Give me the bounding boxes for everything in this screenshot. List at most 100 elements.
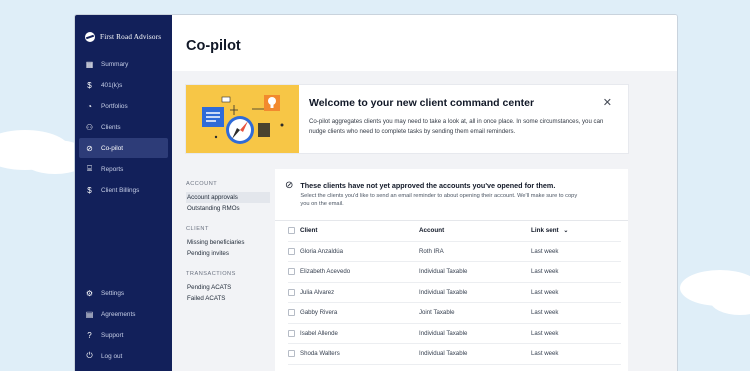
- cell-account: Individual Taxable: [419, 268, 468, 276]
- sidebar-item-co-pilot[interactable]: ⊘ Co-pilot: [79, 138, 168, 158]
- subnav-heading: TRANSACTIONS: [186, 271, 236, 277]
- brand-name: First Road Advisors: [100, 33, 162, 41]
- sidebar-item-label: Settings: [101, 289, 125, 297]
- sidebar-item-clients[interactable]: ⚇ Clients: [79, 117, 168, 137]
- panel-title: These clients have not yet approved the …: [300, 181, 556, 190]
- table-row[interactable]: Shoda Walters Individual Taxable Last week: [288, 344, 621, 365]
- sidebar-item-label: Agreements: [101, 310, 136, 318]
- cell-account: Joint Taxable: [419, 309, 455, 317]
- copilot-subnav: ACCOUNT Account approvals Outstanding RM…: [186, 181, 270, 316]
- panel-subtitle: Select the clients you'd like to send an…: [300, 193, 578, 207]
- table-row[interactable]: Elizabeth Acevedo Individual Taxable Last …: [288, 262, 621, 283]
- panel-header: ⊘ These clients have not yet approved th…: [275, 169, 628, 208]
- brand[interactable]: First Road Advisors: [75, 26, 172, 48]
- row-checkbox[interactable]: [288, 247, 295, 255]
- subnav-heading: ACCOUNT: [186, 181, 218, 187]
- settings-icon: ⚙: [85, 288, 94, 298]
- clients-table: Client Account Link sent ⌄ Gloria Anzald…: [275, 220, 628, 365]
- table-row[interactable]: Isabel Allende Individual Taxable Last wee…: [288, 324, 621, 344]
- subnav-item-account-approvals[interactable]: Account approvals: [186, 192, 270, 203]
- subnav-item-pending-acats[interactable]: Pending ACATS: [186, 282, 270, 293]
- subnav-item-missing-beneficiaries[interactable]: Missing beneficiaries: [186, 237, 270, 248]
- client-name: Gloria Anzaldúa: [300, 247, 344, 255]
- subnav-group-transactions: TRANSACTIONS Pending ACATS Failed ACATS: [186, 271, 270, 304]
- cell-client: Gabby Rivera: [288, 309, 419, 317]
- cell-link-sent: Last week: [531, 268, 559, 276]
- pie-chart-icon: ◔: [87, 101, 92, 111]
- column-link-sent-label: Link sent: [531, 227, 559, 235]
- brand-logo-icon: [85, 32, 95, 42]
- sidebar-item-label: Clients: [101, 123, 121, 131]
- table-row[interactable]: Julia Alvarez Individual Taxable Last week: [288, 283, 621, 303]
- column-client: Client: [288, 227, 419, 235]
- sidebar-item-label: Summary: [101, 60, 129, 68]
- account-approvals-panel: ⊘ These clients have not yet approved th…: [275, 169, 628, 371]
- close-icon[interactable]: ✕: [603, 96, 612, 109]
- row-checkbox[interactable]: [288, 288, 295, 296]
- cell-link-sent: Last week: [531, 247, 559, 255]
- page-title: Co-pilot: [186, 38, 241, 54]
- app-window: First Road Advisors ▦ Summary $401(k)s ◔ Por…: [74, 14, 678, 371]
- sidebar-item-label: Co-pilot: [101, 144, 124, 152]
- banner-text: Co-pilot aggregates clients you may need…: [309, 118, 604, 135]
- row-checkbox[interactable]: [288, 350, 295, 358]
- power-icon: ⏻: [86, 351, 93, 360]
- sidebar-nav: ▦ Summary $401(k)s ◔ Portfolios ⚇ Clients ⊘ Co-p…: [75, 54, 172, 200]
- sidebar-item-portfolios[interactable]: ◔ Portfolios: [79, 96, 168, 116]
- sidebar: First Road Advisors ▦ Summary $401(k)s ◔ Por…: [75, 15, 172, 371]
- cell-client: Isabel Allende: [288, 329, 419, 337]
- sidebar-item-summary[interactable]: ▦ Summary: [79, 54, 168, 74]
- select-all-checkbox[interactable]: [288, 227, 295, 235]
- cell-client: Shoda Walters: [288, 350, 419, 358]
- subnav-heading: CLIENT: [186, 226, 209, 232]
- client-name: Julia Alvarez: [300, 288, 335, 296]
- page-header: Co-pilot: [172, 15, 677, 71]
- cell-client: Gloria Anzaldúa: [288, 247, 419, 255]
- client-name: Shoda Walters: [300, 350, 340, 358]
- sidebar-item-settings[interactable]: ⚙ Settings: [79, 283, 168, 303]
- row-checkbox[interactable]: [288, 309, 295, 317]
- document-icon: ▤: [85, 309, 94, 319]
- cell-link-sent: Last week: [531, 309, 559, 317]
- panel-heading-text: These clients have not yet approved the …: [300, 181, 580, 208]
- dollar-icon: $: [87, 80, 92, 90]
- row-checkbox[interactable]: [288, 268, 295, 276]
- summary-icon: ▦: [85, 59, 94, 69]
- table-row[interactable]: Gabby Rivera Joint Taxable Last week: [288, 303, 621, 324]
- sidebar-item-label: Reports: [101, 165, 124, 173]
- client-name: Elizabeth Acevedo: [300, 268, 351, 276]
- help-icon: ?: [87, 330, 92, 340]
- cell-link-sent: Last week: [531, 329, 559, 337]
- sidebar-item-label: Log out: [101, 352, 123, 360]
- sidebar-item-label: Support: [101, 331, 124, 339]
- column-account: Account: [419, 227, 445, 235]
- cell-account: Individual Taxable: [419, 288, 468, 296]
- column-link-sent[interactable]: Link sent ⌄: [531, 227, 621, 234]
- sidebar-item-401-k-s[interactable]: $401(k)s: [79, 75, 168, 95]
- subnav-group-account: ACCOUNT Account approvals Outstanding RM…: [186, 181, 270, 214]
- compass-icon: ⊘: [86, 143, 93, 153]
- subnav-item-pending-invites[interactable]: Pending invites: [186, 248, 270, 259]
- subnav-item-failed-acats[interactable]: Failed ACATS: [186, 293, 270, 304]
- banner-title: Welcome to your new client command cente…: [309, 97, 535, 109]
- column-client-label: Client: [300, 227, 318, 235]
- chevron-down-icon: ⌄: [563, 228, 569, 235]
- client-name: Isabel Allende: [300, 329, 338, 337]
- subnav-item-outstanding-rmos[interactable]: Outstanding RMOs: [186, 203, 270, 214]
- cell-account: Roth IRA: [419, 247, 444, 255]
- cell-client: Elizabeth Acevedo: [288, 268, 419, 276]
- sidebar-item-support[interactable]: ? Support: [79, 325, 168, 345]
- table-header-row: Client Account Link sent ⌄: [288, 221, 621, 242]
- sidebar-item-agreements[interactable]: ▤ Agreements: [79, 304, 168, 324]
- compass-illustration-icon: [186, 85, 299, 153]
- table-row[interactable]: Gloria Anzaldúa Roth IRA Last week: [288, 242, 621, 262]
- sidebar-item-log-out[interactable]: ⏻ Log out: [79, 346, 168, 366]
- table-body: Gloria Anzaldúa Roth IRA Last week Elizabet…: [275, 242, 628, 365]
- sidebar-item-client-billings[interactable]: $ Client Billings: [79, 180, 168, 200]
- banner-body: Welcome to your new client command cente…: [299, 85, 628, 153]
- sidebar-item-label: Client Billings: [101, 186, 140, 194]
- client-name: Gabby Rivera: [300, 309, 338, 317]
- row-checkbox[interactable]: [288, 329, 295, 337]
- sidebar-item-reports[interactable]: ⌸ Reports: [79, 159, 168, 179]
- report-icon: ⌸: [87, 164, 92, 173]
